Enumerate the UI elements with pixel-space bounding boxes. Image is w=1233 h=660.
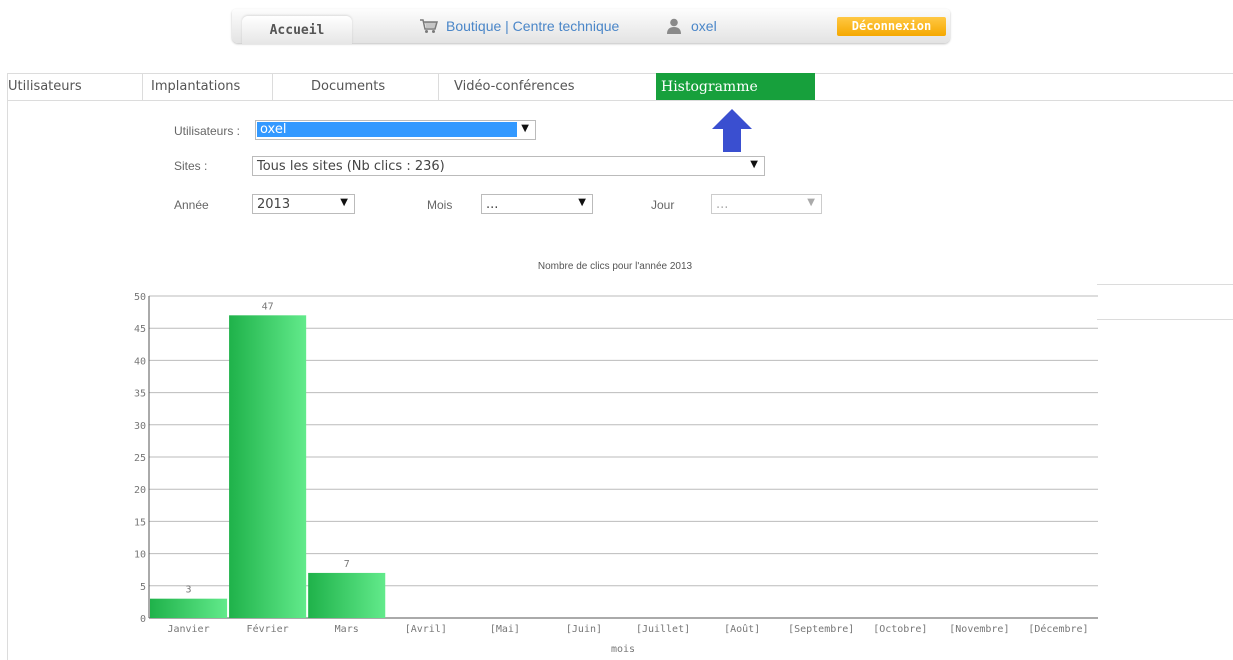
y-tick-label: 45 <box>134 324 146 335</box>
data-label: 47 <box>262 301 274 312</box>
x-tick-label: Mars <box>335 624 359 635</box>
bar <box>308 572 386 618</box>
y-tick-label: 40 <box>134 356 146 367</box>
y-tick-label: 0 <box>140 614 146 625</box>
y-tick-label: 5 <box>140 582 146 593</box>
x-tick-label: [Octobre] <box>873 624 927 635</box>
histogram-chart: Nombre de clics pour l'année 2013 0 5 10 15… <box>134 261 1098 655</box>
bar <box>229 315 307 618</box>
y-tick-label: 15 <box>134 517 146 528</box>
bar <box>150 598 228 618</box>
y-tick-label: 20 <box>134 485 146 496</box>
y-tick-label: 10 <box>134 550 146 561</box>
x-tick-label: [Mai] <box>490 624 520 635</box>
data-label: 3 <box>186 585 192 596</box>
y-tick-label: 35 <box>134 389 146 400</box>
y-tick-label: 30 <box>134 421 146 432</box>
x-tick-label: [Août] <box>724 623 760 635</box>
y-tick-label: 25 <box>134 453 146 464</box>
x-tick-label: Janvier <box>167 624 209 635</box>
y-tick-label: 50 <box>134 292 146 303</box>
x-axis-label: mois <box>611 644 635 655</box>
x-tick-label: [Juillet] <box>636 624 690 635</box>
x-tick-label: [Septembre] <box>788 624 854 635</box>
x-tick-label: [Juin] <box>566 624 602 635</box>
data-label: 7 <box>344 559 350 570</box>
x-tick-label: [Avril] <box>405 624 447 635</box>
x-tick-label: [Novembre] <box>949 624 1009 635</box>
x-tick-label: [Décembre] <box>1028 623 1088 635</box>
chart-title: Nombre de clics pour l'année 2013 <box>538 261 693 272</box>
x-tick-label: Février <box>247 623 289 635</box>
